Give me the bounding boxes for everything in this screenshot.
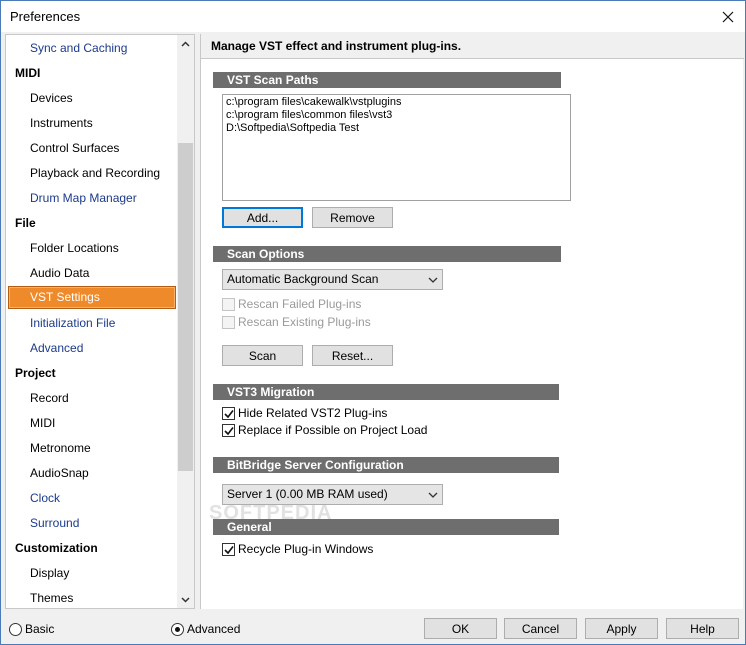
scan-button[interactable]: Scan [222,345,303,366]
list-item[interactable]: c:\program files\common files\vst3 [226,109,567,122]
recycle-windows-label: Recycle Plug-in Windows [238,542,374,556]
advanced-label: Advanced [187,622,241,636]
advanced-radio[interactable]: Advanced [171,622,240,636]
chevron-down-icon [181,596,190,603]
list-item[interactable]: D:\Softpedia\Softpedia Test [226,122,567,135]
section-bitbridge: BitBridge Server Configuration [213,457,559,473]
tree-item[interactable]: Instruments [30,111,93,136]
tree-item[interactable]: Audio Data [30,261,89,286]
tree-item[interactable]: Record [30,386,69,411]
tree-item[interactable]: VST Settings [8,286,176,309]
chevron-up-icon [181,40,190,47]
tree-group-header[interactable]: Customization [15,536,98,561]
close-button[interactable] [711,1,745,32]
section-vst3-migration: VST3 Migration [213,384,559,400]
panel-description: Manage VST effect and instrument plug-in… [211,39,462,53]
vst-settings-panel: Manage VST effect and instrument plug-in… [200,34,744,609]
scroll-up-button[interactable] [177,35,194,52]
tree-item[interactable]: Devices [30,86,73,111]
section-scan-options: Scan Options [213,246,561,262]
tree-item[interactable]: Control Surfaces [30,136,119,161]
chevron-down-icon [428,492,438,498]
add-path-button[interactable]: Add... [222,207,303,228]
hide-related-checkbox[interactable]: Hide Related VST2 Plug-ins [222,405,387,421]
tree-item[interactable]: Metronome [30,436,91,461]
cancel-button[interactable]: Cancel [504,618,577,639]
basic-radio[interactable]: Basic [9,622,54,636]
chevron-down-icon [428,277,438,283]
section-general: General [213,519,559,535]
checkmark-icon [224,409,234,418]
section-vst-scan-paths: VST Scan Paths [213,72,561,88]
tree-item[interactable]: Playback and Recording [30,161,160,186]
tree-scrollbar[interactable] [177,35,194,608]
checkmark-icon [224,545,234,554]
tree-group-header[interactable]: File [15,211,36,236]
list-item[interactable]: c:\program files\cakewalk\vstplugins [226,96,567,109]
basic-label: Basic [25,622,55,636]
tree-group-header[interactable]: Project [15,361,56,386]
tree-item[interactable]: Surround [30,511,79,536]
panel-header: Manage VST effect and instrument plug-in… [201,34,744,59]
tree-item[interactable]: Display [30,561,69,586]
title-bar: Preferences [1,1,745,32]
scan-mode-value: Automatic Background Scan [227,272,379,286]
checkbox-box [222,542,235,556]
preferences-window: Preferences Sync and Caching MIDI Devices I… [0,0,746,645]
tree-item[interactable]: Themes [30,586,73,608]
scan-paths-list[interactable]: c:\program files\cakewalk\vstplugins c:\… [222,94,571,201]
close-icon [722,11,734,22]
replace-if-possible-label: Replace if Possible on Project Load [238,423,428,437]
remove-path-button[interactable]: Remove [312,207,393,228]
scroll-thumb[interactable] [178,143,193,471]
dialog-footer: Basic Advanced OK Cancel Apply Help [1,610,745,644]
recycle-windows-checkbox[interactable]: Recycle Plug-in Windows [222,541,373,557]
rescan-existing-checkbox[interactable]: Rescan Existing Plug-ins [222,314,371,330]
hide-related-label: Hide Related VST2 Plug-ins [238,406,388,420]
bitbridge-server-value: Server 1 (0.00 MB RAM used) [227,487,388,501]
checkbox-box [222,406,235,420]
tree-item[interactable]: Advanced [30,336,83,361]
rescan-failed-label: Rescan Failed Plug-ins [238,297,362,311]
tree-item[interactable]: MIDI [30,411,55,436]
checkbox-box [222,315,235,329]
scan-mode-select[interactable]: Automatic Background Scan [222,269,443,290]
checkbox-box [222,297,235,311]
checkmark-icon [224,426,234,435]
checkbox-box [222,423,235,437]
tree-item[interactable]: AudioSnap [30,461,89,486]
reset-button[interactable]: Reset... [312,345,393,366]
apply-button[interactable]: Apply [585,618,658,639]
help-button[interactable]: Help [666,618,739,639]
radio-circle [9,622,22,636]
tree-group-header[interactable]: MIDI [15,61,40,86]
rescan-existing-label: Rescan Existing Plug-ins [238,315,371,329]
ok-button[interactable]: OK [424,618,497,639]
scroll-down-button[interactable] [177,591,194,608]
tree-item[interactable]: Folder Locations [30,236,119,261]
tree-item[interactable]: Initialization File [30,311,115,336]
tree-item[interactable]: Drum Map Manager [30,186,137,211]
tree-item[interactable]: Clock [30,486,60,511]
radio-circle [171,622,184,636]
category-tree[interactable]: Sync and Caching MIDI Devices Instruments Co… [5,34,195,609]
rescan-failed-checkbox[interactable]: Rescan Failed Plug-ins [222,296,361,312]
window-title: Preferences [10,9,81,24]
replace-if-possible-checkbox[interactable]: Replace if Possible on Project Load [222,422,427,438]
tree-item[interactable]: Sync and Caching [30,36,127,61]
